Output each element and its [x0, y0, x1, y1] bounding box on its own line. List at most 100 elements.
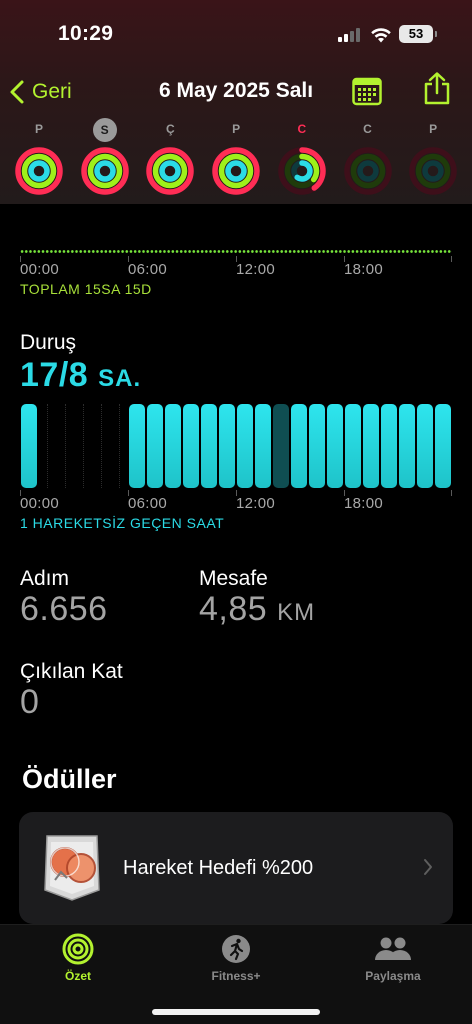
day-3[interactable]: P: [211, 118, 261, 198]
day-letter: P: [232, 122, 241, 136]
stand-ring: [28, 160, 50, 182]
stand-hour-empty: [101, 404, 102, 488]
award-name: Hareket Hedefi %200: [123, 857, 314, 879]
wifi-icon: [371, 28, 391, 43]
cellular-signal-icon: [338, 28, 364, 42]
tab-summary[interactable]: Özet: [18, 933, 138, 989]
stand-ring-track: [422, 160, 444, 182]
day-letter: S: [92, 118, 117, 142]
activity-rings-icon: [212, 147, 260, 195]
day-letter: Ç: [166, 122, 175, 136]
tab-fitness-plus-label: Fitness+: [211, 969, 261, 983]
stand-hour-bar: [435, 404, 451, 488]
stand-hour-bar: [219, 404, 235, 488]
stand-hour-bar: [327, 404, 343, 488]
stand-hour-bar: [255, 404, 271, 488]
stand-ring: [225, 160, 247, 182]
stand-value: 17/8 SA.: [20, 356, 141, 395]
activity-rings-icon: [146, 147, 195, 195]
nav-bar: Geri 6 May 2025 Salı: [0, 70, 472, 114]
share-icon[interactable]: [422, 72, 452, 106]
stand-hour-bar: [237, 404, 253, 488]
stand-hour-bar: [129, 404, 145, 488]
stand-time-12: 12:00: [236, 495, 276, 512]
activity-rings-icon: [15, 147, 63, 195]
day-4[interactable]: C: [277, 118, 327, 198]
stand-ring: [159, 160, 182, 182]
stand-hour-bar: [201, 404, 217, 488]
page-title: 6 May 2025 Salı: [158, 79, 314, 102]
inactive-hours-label: 1 HAREKETSİZ GEÇEN SAAT: [20, 515, 225, 531]
tab-summary-label: Özet: [64, 969, 91, 983]
main-content: 00:00 06:00 12:00 18:00 TOPLAM 15SA 15D …: [0, 204, 472, 924]
day-5[interactable]: C: [343, 118, 393, 198]
stand-hour-bar: [21, 404, 37, 488]
activity-rings-icon: [62, 933, 94, 965]
stand-title: Duruş: [20, 331, 77, 354]
tab-sharing[interactable]: Paylaşma: [333, 933, 453, 989]
stand-hour-empty: [83, 404, 84, 488]
stand-value-unit: SA.: [98, 365, 142, 392]
tab-bar: Özet Fitness+ Paylaşma: [0, 924, 472, 1024]
stand-time-6: 06:00: [128, 495, 168, 512]
distance-label: Mesafe: [199, 567, 268, 590]
stand-hour-bar: [399, 404, 415, 488]
chevron-right-icon: [424, 859, 432, 875]
exercise-minutes-line: [20, 250, 452, 253]
stand-hour-bar: [363, 404, 379, 488]
header: 10:29 53 Geri 6 May 2025 Salı P S Ç P C …: [0, 0, 472, 204]
stand-time-0: 00:00: [20, 495, 60, 512]
day-letter: P: [429, 122, 438, 136]
awards-title: Ödüller: [22, 764, 117, 794]
exercise-time-18: 18:00: [344, 261, 384, 278]
activity-rings-icon: [409, 147, 457, 195]
calendar-icon[interactable]: [352, 76, 382, 106]
day-2[interactable]: Ç: [145, 118, 195, 198]
stand-time-18: 18:00: [344, 495, 384, 512]
steps-label: Adım: [20, 567, 70, 590]
day-letter: C: [297, 122, 307, 136]
distance-number: 4,85: [199, 590, 268, 628]
stand-hour-bar: [165, 404, 181, 488]
exercise-time-0: 00:00: [20, 261, 60, 278]
status-time: 10:29: [58, 22, 114, 45]
stand-hour-empty: [65, 404, 66, 488]
stand-hour-bar: [417, 404, 433, 488]
day-6[interactable]: P: [408, 118, 458, 198]
exercise-total: TOPLAM 15SA 15D: [20, 281, 152, 297]
stand-value-number: 17/8: [20, 356, 89, 394]
home-indicator[interactable]: [152, 1009, 320, 1015]
activity-rings-icon: [80, 147, 129, 195]
tab-fitness-plus[interactable]: Fitness+: [176, 933, 296, 989]
steps-value: 6.656: [20, 590, 108, 628]
stand-hour-empty: [47, 404, 48, 488]
week-rings: PSÇPCCP: [14, 118, 458, 198]
activity-rings-icon: [278, 147, 326, 195]
day-letter: C: [363, 122, 372, 136]
award-card[interactable]: Hareket Hedefi %200: [19, 812, 453, 924]
stand-hour-bar: [183, 404, 199, 488]
stand-hour-bar: [147, 404, 163, 488]
activity-rings-icon: [343, 147, 392, 195]
stand-hour-bar: [345, 404, 361, 488]
day-letter: P: [34, 122, 43, 136]
exercise-time-12: 12:00: [236, 261, 276, 278]
stand-ring: [93, 160, 116, 182]
exercise-time-6: 06:00: [128, 261, 168, 278]
status-bar: 10:29 53: [0, 0, 472, 70]
stand-hour-bar: [291, 404, 307, 488]
distance-unit: KM: [277, 599, 316, 626]
floors-value: 0: [20, 683, 40, 721]
stand-hour-bar: [381, 404, 397, 488]
move-goal-badge-icon: [44, 835, 100, 901]
battery-icon: 53: [399, 25, 437, 43]
stand-hour-empty: [119, 404, 120, 488]
day-1[interactable]: S: [80, 118, 130, 198]
floors-label: Çıkılan Kat: [20, 660, 123, 683]
stand-hours-chart: [20, 404, 452, 490]
people-icon: [375, 937, 411, 960]
day-0[interactable]: P: [14, 118, 64, 198]
stand-hour-bar: [273, 404, 289, 488]
tab-sharing-label: Paylaşma: [365, 969, 421, 983]
stand-ring-track: [356, 160, 379, 182]
